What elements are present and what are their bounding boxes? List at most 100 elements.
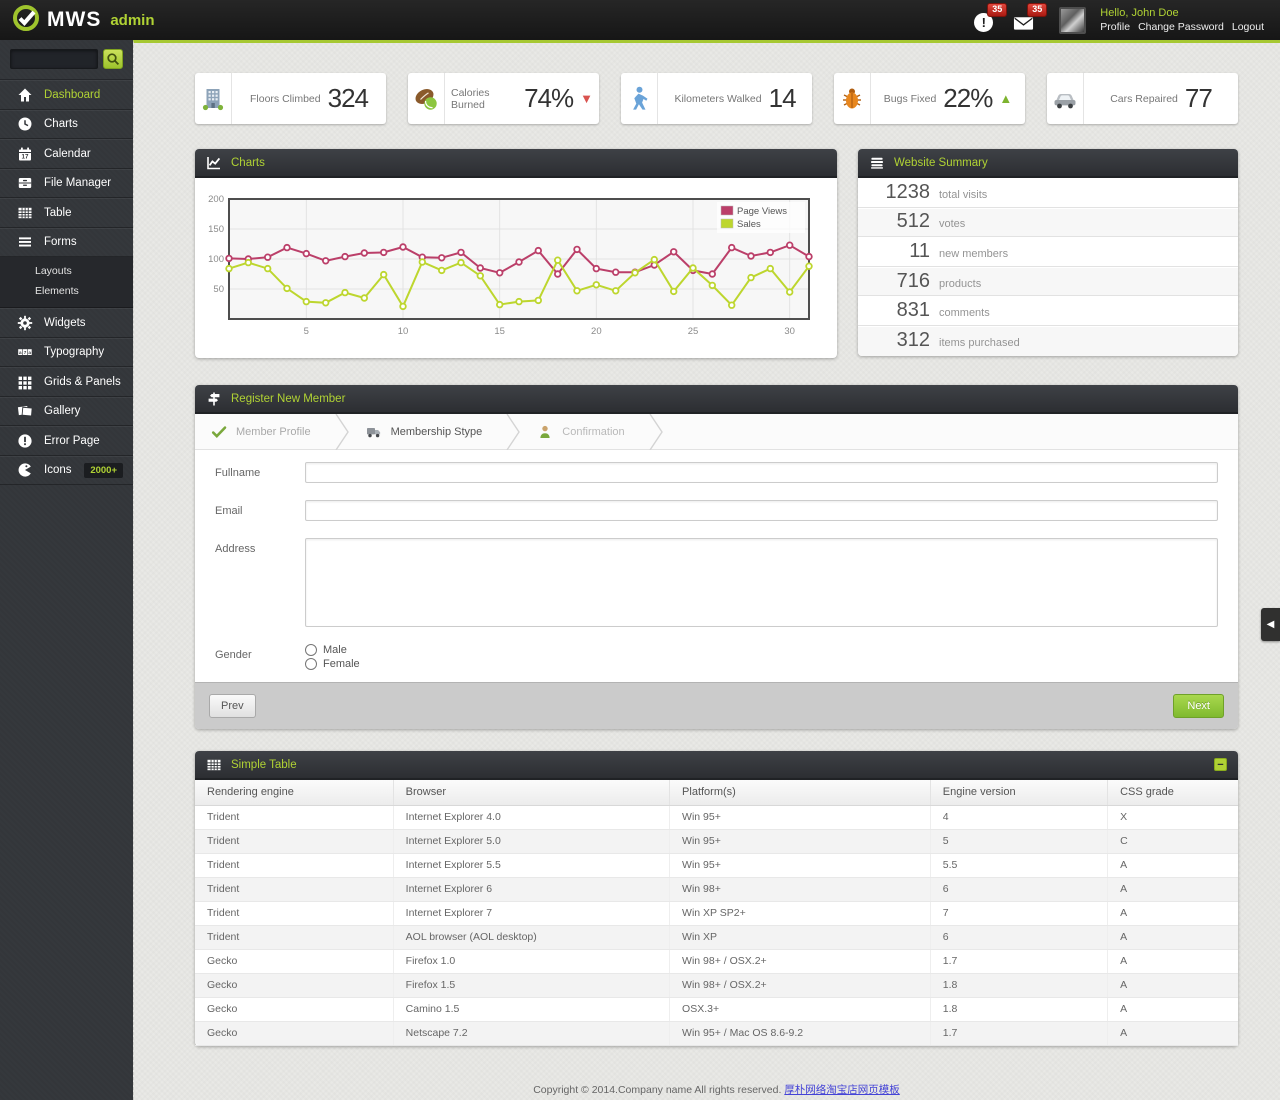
- truck-icon: [366, 425, 382, 439]
- app-logo: MWS admin: [12, 4, 155, 37]
- table-cell: 5: [930, 829, 1107, 853]
- messages-button[interactable]: 35: [1013, 7, 1039, 33]
- car-icon: [1047, 73, 1084, 124]
- svg-text:Sales: Sales: [737, 219, 761, 230]
- table-cell: 4: [930, 805, 1107, 829]
- address-input[interactable]: [305, 538, 1218, 627]
- logo-accent-text: admin: [110, 12, 154, 29]
- simple-table: Rendering engineBrowserPlatform(s)Engine…: [195, 780, 1238, 1046]
- simple-table-header: Simple Table −: [195, 751, 1238, 780]
- user-link-logout[interactable]: Logout: [1232, 21, 1264, 33]
- main-content: Floors Climbed324Calories Burned74%▼Kilo…: [133, 40, 1280, 1100]
- sidebar-subitem-elements[interactable]: Elements: [0, 281, 133, 301]
- table-cell: A: [1108, 901, 1238, 925]
- table-cell: 7: [930, 901, 1107, 925]
- stat-card-bugs-fixed: Bugs Fixed22%▲: [834, 73, 1025, 124]
- logo-text: MWS: [47, 8, 101, 32]
- sidebar-item-label: Gallery: [44, 405, 80, 417]
- fullname-input[interactable]: [305, 462, 1218, 483]
- summary-label: new members: [939, 243, 1008, 260]
- wizard-step-member-profile[interactable]: Member Profile: [195, 414, 335, 449]
- summary-row-votes: 512votes: [858, 208, 1238, 238]
- register-member-panel: Register New Member Member ProfileMember…: [195, 385, 1238, 729]
- sidebar-item-dashboard[interactable]: Dashboard: [0, 80, 133, 110]
- stat-card-kilometers-walked: Kilometers Walked14: [621, 73, 812, 124]
- sidebar-item-grids-panels[interactable]: Grids & Panels: [0, 367, 133, 397]
- sidebar-item-label: Error Page: [44, 435, 100, 447]
- sidebar-subitem-layouts[interactable]: Layouts: [0, 261, 133, 281]
- table-cell: C: [1108, 829, 1238, 853]
- website-summary-title: Website Summary: [894, 157, 988, 169]
- wizard-step-label: Membership Stype: [391, 426, 483, 438]
- summary-row-products: 716products: [858, 267, 1238, 297]
- svg-text:7: 7: [23, 350, 26, 355]
- stat-label: Cars Repaired: [1110, 93, 1178, 105]
- summary-value: 312: [872, 329, 930, 352]
- wizard-step-confirmation[interactable]: Confirmation: [521, 414, 648, 449]
- sidebar-submenu: LayoutsElements: [0, 257, 133, 308]
- email-input[interactable]: [305, 500, 1218, 521]
- sidebar-item-error-page[interactable]: Error Page: [0, 426, 133, 456]
- table-cell: Win XP: [670, 925, 931, 949]
- column-header-engine-version: Engine version: [930, 780, 1107, 805]
- user-link-profile[interactable]: Profile: [1100, 21, 1130, 33]
- email-label: Email: [215, 500, 305, 521]
- search-button[interactable]: [103, 49, 123, 69]
- table-cell: Win 98+ / OSX.2+: [670, 949, 931, 973]
- svg-text:Page Views: Page Views: [737, 206, 787, 217]
- sidebar-item-icons[interactable]: Icons2000+: [0, 456, 133, 486]
- table-cell: Trident: [195, 805, 393, 829]
- gear-icon: [16, 315, 33, 331]
- gender-radio-female[interactable]: [305, 658, 317, 670]
- wizard-steps: Member Profile Membership Stype Confirmati…: [195, 414, 1238, 450]
- table-cell: Trident: [195, 853, 393, 877]
- collapse-button[interactable]: −: [1214, 758, 1227, 771]
- notifications-button[interactable]: ! 35: [973, 7, 999, 33]
- sidebar-item-label: Widgets: [44, 317, 86, 329]
- user-link-change-password[interactable]: Change Password: [1138, 21, 1224, 33]
- register-member-title: Register New Member: [231, 393, 345, 405]
- mail-badge: 35: [1027, 3, 1047, 17]
- svg-text:50: 50: [213, 284, 224, 295]
- notification-badge: 35: [987, 3, 1007, 17]
- sidebar-item-charts[interactable]: Charts: [0, 110, 133, 140]
- chevron-right-icon: [506, 414, 521, 449]
- simple-table-panel: Simple Table − Rendering engineBrowserPl…: [195, 751, 1238, 1046]
- sidebar-item-table[interactable]: Table: [0, 198, 133, 228]
- table-row: GeckoFirefox 1.5Win 98+ / OSX.2+1.8A: [195, 973, 1238, 997]
- sidebar-item-file-manager[interactable]: File Manager: [0, 169, 133, 199]
- pacman-icon: [16, 462, 33, 478]
- table-cell: 1.7: [930, 949, 1107, 973]
- stat-value: 77: [1185, 83, 1212, 114]
- greeting-text: Hello, John Doe: [1100, 7, 1264, 19]
- table-row: TridentInternet Explorer 4.0Win 95+4X: [195, 805, 1238, 829]
- prev-button[interactable]: Prev: [209, 694, 256, 718]
- gender-radio-male[interactable]: [305, 644, 317, 656]
- fullname-label: Fullname: [215, 462, 305, 483]
- sidebar-item-forms[interactable]: Forms: [0, 228, 133, 258]
- table-cell: A: [1108, 925, 1238, 949]
- table-cell: 1.8: [930, 973, 1107, 997]
- sidebar-item-calendar[interactable]: 17Calendar: [0, 139, 133, 169]
- logo-check-icon: [12, 4, 40, 37]
- footer-link[interactable]: 厚朴网络淘宝店网页模板: [784, 1084, 900, 1096]
- table-row: TridentInternet Explorer 5.5Win 95+5.5A: [195, 853, 1238, 877]
- sidebar-item-gallery[interactable]: Gallery: [0, 397, 133, 427]
- gender-option-female: Female: [305, 658, 360, 670]
- next-button[interactable]: Next: [1173, 694, 1224, 718]
- summary-row-items-purchased: 312items purchased: [858, 326, 1238, 356]
- svg-text:a: a: [19, 350, 22, 355]
- sidebar-item-typography[interactable]: a7aTypography: [0, 338, 133, 368]
- avatar[interactable]: [1059, 7, 1086, 34]
- panel-toggle-button[interactable]: ◀: [1261, 608, 1280, 641]
- table-cell: 5.5: [930, 853, 1107, 877]
- search-icon: [106, 52, 121, 67]
- wizard-step-membership-stype[interactable]: Membership Stype: [350, 414, 507, 449]
- summary-label: comments: [939, 302, 990, 319]
- gallery-icon: [16, 403, 33, 419]
- sidebar-item-label: Typography: [44, 346, 104, 358]
- sidebar-item-widgets[interactable]: Widgets: [0, 308, 133, 338]
- search-input[interactable]: [10, 49, 98, 69]
- svg-text:200: 200: [208, 194, 224, 205]
- table-row: TridentInternet Explorer 6Win 98+6A: [195, 877, 1238, 901]
